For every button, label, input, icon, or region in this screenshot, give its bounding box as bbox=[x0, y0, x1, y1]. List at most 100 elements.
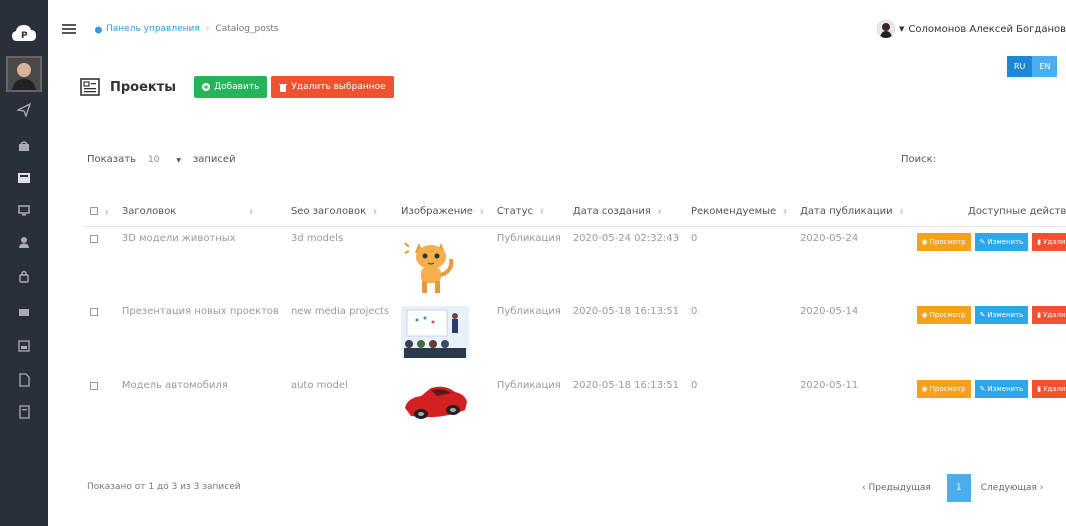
lock-icon[interactable] bbox=[14, 266, 34, 286]
table-info: Показано от 1 до 3 из 3 записей bbox=[87, 482, 241, 492]
page-1-button[interactable]: 1 bbox=[946, 474, 971, 502]
trash-icon: ▮ bbox=[1037, 385, 1042, 393]
table-header-row: ⬍ Заголовок ⬍ Seo заголовок ⬍ Изображение ⬍… bbox=[84, 198, 1066, 227]
row-status: Публикация bbox=[496, 306, 561, 317]
user-name: Соломонов Алексей Богданов bbox=[908, 23, 1066, 35]
table-row: Презентация новых проектов new media pro… bbox=[84, 300, 1066, 374]
select-all-header: ⬍ bbox=[84, 198, 116, 227]
eye-icon: ◉ bbox=[921, 385, 928, 393]
length-select-value: 10 bbox=[147, 154, 160, 165]
trash-icon: ▮ bbox=[1037, 311, 1042, 319]
col-image-header[interactable]: Изображение ⬍ bbox=[395, 198, 491, 227]
delete-button[interactable]: ▮Удалить bbox=[1032, 306, 1066, 324]
row-status: Публикация bbox=[496, 232, 561, 244]
col-title-header[interactable]: Заголовок ⬍ bbox=[115, 198, 285, 227]
col-published-header[interactable]: Дата публикации ⬍ bbox=[794, 198, 911, 227]
posts-table: ⬍ Заголовок ⬍ Seo заголовок ⬍ Изображение ⬍… bbox=[84, 198, 1066, 448]
cat-image bbox=[404, 241, 454, 293]
row-recommended: 0 bbox=[691, 306, 698, 317]
svg-text:P: P bbox=[21, 31, 28, 41]
add-button-label: Добавить bbox=[214, 82, 260, 92]
row-image-cell bbox=[395, 374, 491, 448]
table-row: Модель автомобиля auto model Публикация … bbox=[84, 374, 1066, 448]
col-status-header[interactable]: Статус ⬍ bbox=[490, 198, 567, 227]
row-checkbox[interactable] bbox=[90, 308, 98, 316]
table-row: 3D модели животных 3d models Публикация … bbox=[84, 226, 1066, 300]
page-length-control: Показать 10 ▼ записей bbox=[87, 154, 236, 165]
lang-en-button[interactable]: EN bbox=[1032, 56, 1058, 77]
row-published: 2020-05-11 bbox=[800, 380, 859, 391]
row-actions: ◉Просмотр ✎Изменить ▮Удалить bbox=[911, 374, 1066, 448]
row-checkbox[interactable] bbox=[90, 234, 98, 243]
language-switcher: RU EN bbox=[1007, 56, 1058, 77]
eye-icon: ◉ bbox=[921, 237, 928, 246]
sort-icon: ⬍ bbox=[248, 208, 255, 217]
row-seo: 3d models bbox=[290, 232, 344, 244]
row-title: Презентация новых проектов bbox=[121, 306, 279, 317]
image-icon[interactable] bbox=[14, 336, 34, 356]
caret-down-icon: ▼ bbox=[899, 25, 905, 33]
row-recommended: 0 bbox=[691, 232, 698, 244]
sort-icon: ⬍ bbox=[372, 208, 378, 217]
sort-icon: ⬍ bbox=[539, 208, 545, 217]
length-select[interactable]: 10 ▼ bbox=[148, 155, 181, 165]
next-page-button[interactable]: Следующая › bbox=[981, 483, 1044, 493]
edit-icon: ✎ bbox=[979, 385, 986, 393]
edit-button[interactable]: ✎ Изменить bbox=[974, 306, 1029, 324]
breadcrumb-home[interactable]: Панель управления bbox=[94, 24, 200, 34]
row-created: 2020-05-18 16:13:51 bbox=[572, 306, 680, 317]
user-menu[interactable]: ▼ Соломонов Алексей Богданов bbox=[877, 20, 1066, 38]
row-checkbox-cell bbox=[84, 300, 116, 374]
delete-button[interactable]: ▮Удалить bbox=[1032, 380, 1066, 398]
delete-button[interactable]: ▮Удалить bbox=[1032, 232, 1066, 251]
user-avatar bbox=[877, 20, 896, 38]
menu-toggle-icon[interactable] bbox=[62, 24, 76, 34]
presentation-image bbox=[401, 306, 470, 358]
edit-button[interactable]: ✎ Изменить bbox=[974, 380, 1029, 398]
paper-plane-icon[interactable] bbox=[14, 100, 34, 120]
topbar: Панель управления › Catalog_posts ▼ Соло… bbox=[48, 0, 1066, 56]
col-created-header[interactable]: Дата создания ⬍ bbox=[566, 198, 686, 227]
cloud-logo-icon[interactable]: P bbox=[9, 18, 39, 48]
edit-icon: ✎ bbox=[979, 237, 986, 246]
prev-page-button[interactable]: ‹ Предыдущая bbox=[862, 483, 931, 493]
row-checkbox-cell bbox=[84, 226, 116, 300]
trash-icon: ▮ bbox=[1037, 237, 1042, 246]
length-prefix: Показать bbox=[87, 154, 136, 165]
select-caret-icon: ▼ bbox=[176, 156, 181, 164]
col-seo-header[interactable]: Seo заголовок ⬍ bbox=[284, 198, 396, 227]
view-button[interactable]: ◉ Просмотр bbox=[916, 232, 971, 251]
row-recommended: 0 bbox=[691, 380, 698, 391]
folder-icon[interactable] bbox=[14, 302, 34, 322]
lang-ru-button[interactable]: RU bbox=[1007, 56, 1033, 77]
document-icon bbox=[80, 77, 100, 97]
sidebar-avatar[interactable] bbox=[6, 56, 42, 92]
sort-icon: ⬍ bbox=[104, 209, 110, 218]
pagination: ‹ Предыдущая 1 Следующая › bbox=[862, 474, 1043, 502]
book-icon[interactable] bbox=[14, 402, 34, 422]
sort-icon: ⬍ bbox=[898, 208, 905, 217]
col-recommended-header[interactable]: Рекомендуемые ⬍ bbox=[685, 198, 795, 227]
view-button[interactable]: ◉ Просмотр bbox=[916, 380, 971, 398]
news-icon[interactable] bbox=[14, 168, 34, 188]
row-checkbox[interactable] bbox=[90, 382, 98, 390]
file-icon[interactable] bbox=[14, 370, 34, 390]
edit-button[interactable]: ✎ Изменить bbox=[974, 232, 1029, 251]
row-seo: auto model bbox=[290, 380, 348, 391]
delete-selected-button[interactable]: Удалить выбранное bbox=[271, 76, 394, 98]
row-actions: ◉Просмотр ✎Изменить ▮Удалить bbox=[911, 226, 1066, 300]
col-actions-header: Доступные действия bbox=[910, 198, 1066, 227]
select-all-checkbox[interactable] bbox=[90, 207, 98, 216]
row-created: 2020-05-24 02:32:43 bbox=[572, 232, 680, 244]
breadcrumb: Панель управления › Catalog_posts bbox=[94, 24, 279, 34]
breadcrumb-current: Catalog_posts bbox=[215, 24, 279, 34]
page-header: Проекты Добавить Удалить выбранное bbox=[80, 76, 394, 98]
row-title: Модель автомобиля bbox=[121, 380, 228, 391]
box-icon[interactable] bbox=[14, 136, 34, 156]
add-button[interactable]: Добавить bbox=[194, 76, 268, 98]
user-icon[interactable] bbox=[14, 232, 34, 252]
sidebar: P bbox=[0, 0, 48, 526]
display-icon[interactable] bbox=[14, 200, 34, 220]
view-button[interactable]: ◉ Просмотр bbox=[916, 306, 971, 324]
row-status: Публикация bbox=[496, 380, 561, 391]
